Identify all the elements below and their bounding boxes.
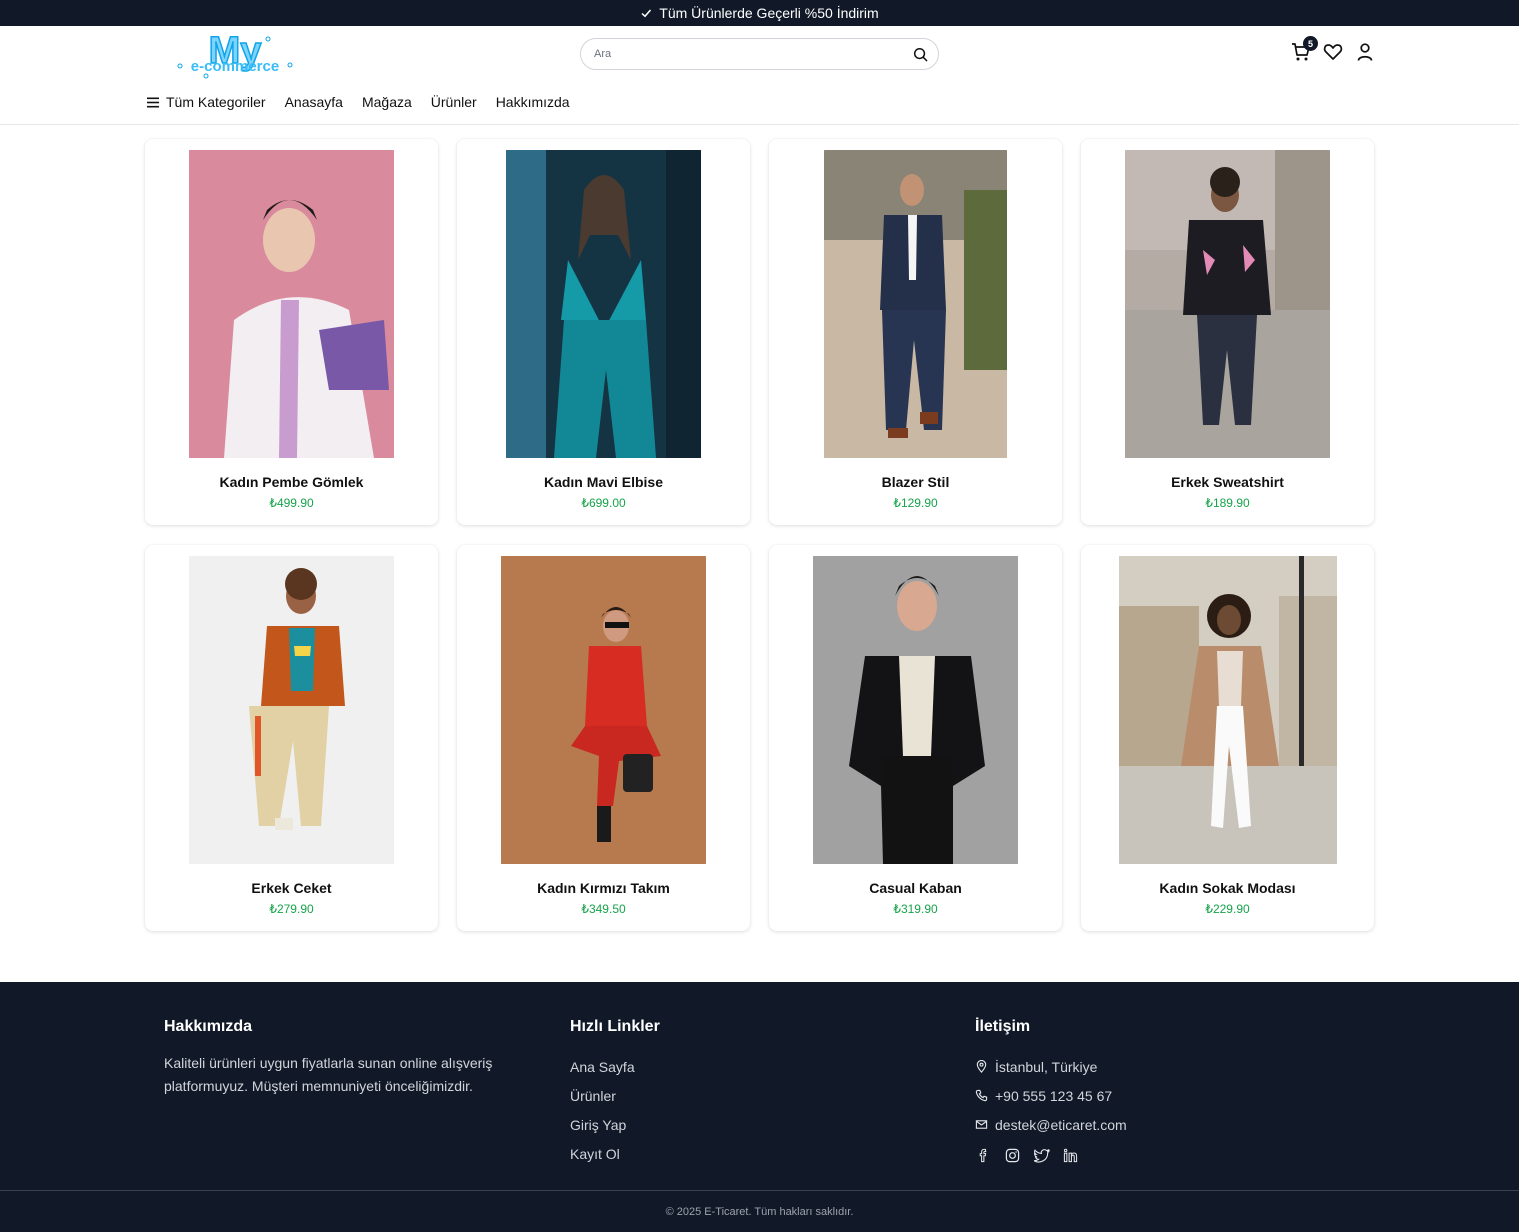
product-name: Kadın Kırmızı Takım	[537, 880, 670, 896]
cart-count-badge: 5	[1303, 36, 1318, 51]
site-footer: Hakkımızda Kaliteli ürünleri uygun fiyat…	[0, 982, 1519, 1232]
twitter-icon[interactable]	[1033, 1147, 1050, 1164]
phone-icon	[975, 1089, 988, 1102]
footer-link-login[interactable]: Giriş Yap	[570, 1110, 660, 1139]
heart-icon	[1323, 44, 1343, 60]
location-pin-icon	[976, 1060, 987, 1073]
product-name: Blazer Stil	[881, 474, 950, 490]
search-input[interactable]	[594, 48, 912, 60]
product-price: ₺229.90	[1205, 902, 1250, 916]
product-price: ₺699.00	[581, 496, 626, 510]
search-icon[interactable]	[912, 46, 928, 62]
product-image[interactable]	[1125, 150, 1330, 458]
all-categories-label: Tüm Kategoriler	[166, 94, 266, 110]
contact-phone[interactable]: +90 555 123 45 67	[975, 1081, 1127, 1110]
footer-about: Hakkımızda Kaliteli ürünleri uygun fiyat…	[164, 1018, 524, 1098]
product-card[interactable]: Kadın Pembe Gömlek ₺499.90	[145, 139, 438, 525]
product-grid: Kadın Pembe Gömlek ₺499.90 Kadın Mavi El…	[145, 139, 1374, 931]
nav-link-store[interactable]: Mağaza	[362, 94, 412, 110]
footer-contact: İletişim İstanbul, Türkiye +90 555 123 4…	[975, 1018, 1127, 1164]
footer-link-home[interactable]: Ana Sayfa	[570, 1052, 660, 1081]
instagram-icon[interactable]	[1004, 1147, 1021, 1164]
product-card[interactable]: Casual Kaban ₺319.90	[769, 545, 1062, 931]
site-header: My e-commerce 5 Tüm Kategoriler Anasayfa	[0, 26, 1519, 125]
nav-link-products[interactable]: Ürünler	[431, 94, 477, 110]
product-image[interactable]	[189, 556, 394, 864]
product-image[interactable]	[1118, 556, 1337, 864]
product-image[interactable]	[813, 556, 1018, 864]
social-links	[975, 1147, 1127, 1164]
product-price: ₺499.90	[269, 496, 314, 510]
product-image[interactable]	[824, 150, 1007, 458]
product-price: ₺349.50	[581, 902, 626, 916]
product-card[interactable]: Erkek Sweatshirt ₺189.90	[1081, 139, 1374, 525]
product-image[interactable]	[189, 150, 394, 458]
cart-button[interactable]: 5	[1290, 36, 1318, 64]
check-icon	[641, 9, 652, 18]
product-name: Erkek Ceket	[251, 880, 332, 896]
product-name: Erkek Sweatshirt	[1171, 474, 1284, 490]
promo-bar: Tüm Ürünlerde Geçerli %50 İndirim	[0, 0, 1519, 26]
product-card[interactable]: Blazer Stil ₺129.90	[769, 139, 1062, 525]
product-name: Kadın Pembe Gömlek	[219, 474, 364, 490]
product-price: ₺319.90	[893, 902, 938, 916]
footer-link-register[interactable]: Kayıt Ol	[570, 1139, 660, 1168]
search-bar	[580, 38, 939, 70]
product-card[interactable]: Kadın Mavi Elbise ₺699.00	[457, 139, 750, 525]
product-name: Kadın Mavi Elbise	[543, 474, 664, 490]
copyright-bar: © 2025 E-Ticaret. Tüm hakları saklıdır.	[0, 1190, 1519, 1232]
copyright-text: © 2025 E-Ticaret. Tüm hakları saklıdır.	[665, 1205, 854, 1218]
product-name: Casual Kaban	[869, 880, 962, 896]
wishlist-button[interactable]	[1322, 40, 1344, 64]
all-categories-menu[interactable]: Tüm Kategoriler	[147, 94, 266, 110]
product-price: ₺279.90	[269, 902, 314, 916]
facebook-icon[interactable]	[975, 1147, 992, 1164]
main-nav: Tüm Kategoriler Anasayfa Mağaza Ürünler …	[147, 94, 570, 110]
contact-address-text: İstanbul, Türkiye	[995, 1058, 1098, 1075]
mail-icon	[975, 1120, 988, 1129]
product-price: ₺129.90	[893, 496, 938, 510]
contact-email[interactable]: destek@eticaret.com	[975, 1110, 1127, 1139]
product-name: Kadın Sokak Modası	[1159, 880, 1296, 896]
contact-email-text: destek@eticaret.com	[995, 1116, 1127, 1133]
product-image[interactable]	[501, 556, 706, 864]
footer-quick-links: Hızlı Linkler Ana Sayfa Ürünler Giriş Ya…	[570, 1018, 660, 1168]
account-button[interactable]	[1354, 40, 1376, 64]
footer-about-text: Kaliteli ürünleri uygun fiyatlarla sunan…	[164, 1055, 493, 1094]
brand-logo[interactable]: My e-commerce	[172, 31, 298, 79]
promo-text: Tüm Ürünlerde Geçerli %50 İndirim	[659, 5, 879, 21]
nav-link-about[interactable]: Hakkımızda	[496, 94, 570, 110]
product-card[interactable]: Kadın Sokak Modası ₺229.90	[1081, 545, 1374, 931]
user-icon	[1357, 43, 1373, 61]
footer-about-title: Hakkımızda	[164, 1018, 253, 1035]
menu-icon	[147, 97, 159, 107]
linkedin-icon[interactable]	[1062, 1147, 1079, 1164]
contact-phone-text: +90 555 123 45 67	[995, 1087, 1113, 1104]
logo-bottom-text: e-commerce	[191, 58, 279, 75]
footer-contact-title: İletişim	[975, 1018, 1031, 1035]
footer-link-products[interactable]: Ürünler	[570, 1081, 660, 1110]
contact-address: İstanbul, Türkiye	[975, 1052, 1127, 1081]
product-image[interactable]	[506, 150, 701, 458]
product-card[interactable]: Erkek Ceket ₺279.90	[145, 545, 438, 931]
header-actions: 5	[1290, 36, 1376, 64]
product-price: ₺189.90	[1205, 496, 1250, 510]
footer-quick-links-title: Hızlı Linkler	[570, 1018, 660, 1035]
nav-link-home[interactable]: Anasayfa	[285, 94, 343, 110]
product-card[interactable]: Kadın Kırmızı Takım ₺349.50	[457, 545, 750, 931]
